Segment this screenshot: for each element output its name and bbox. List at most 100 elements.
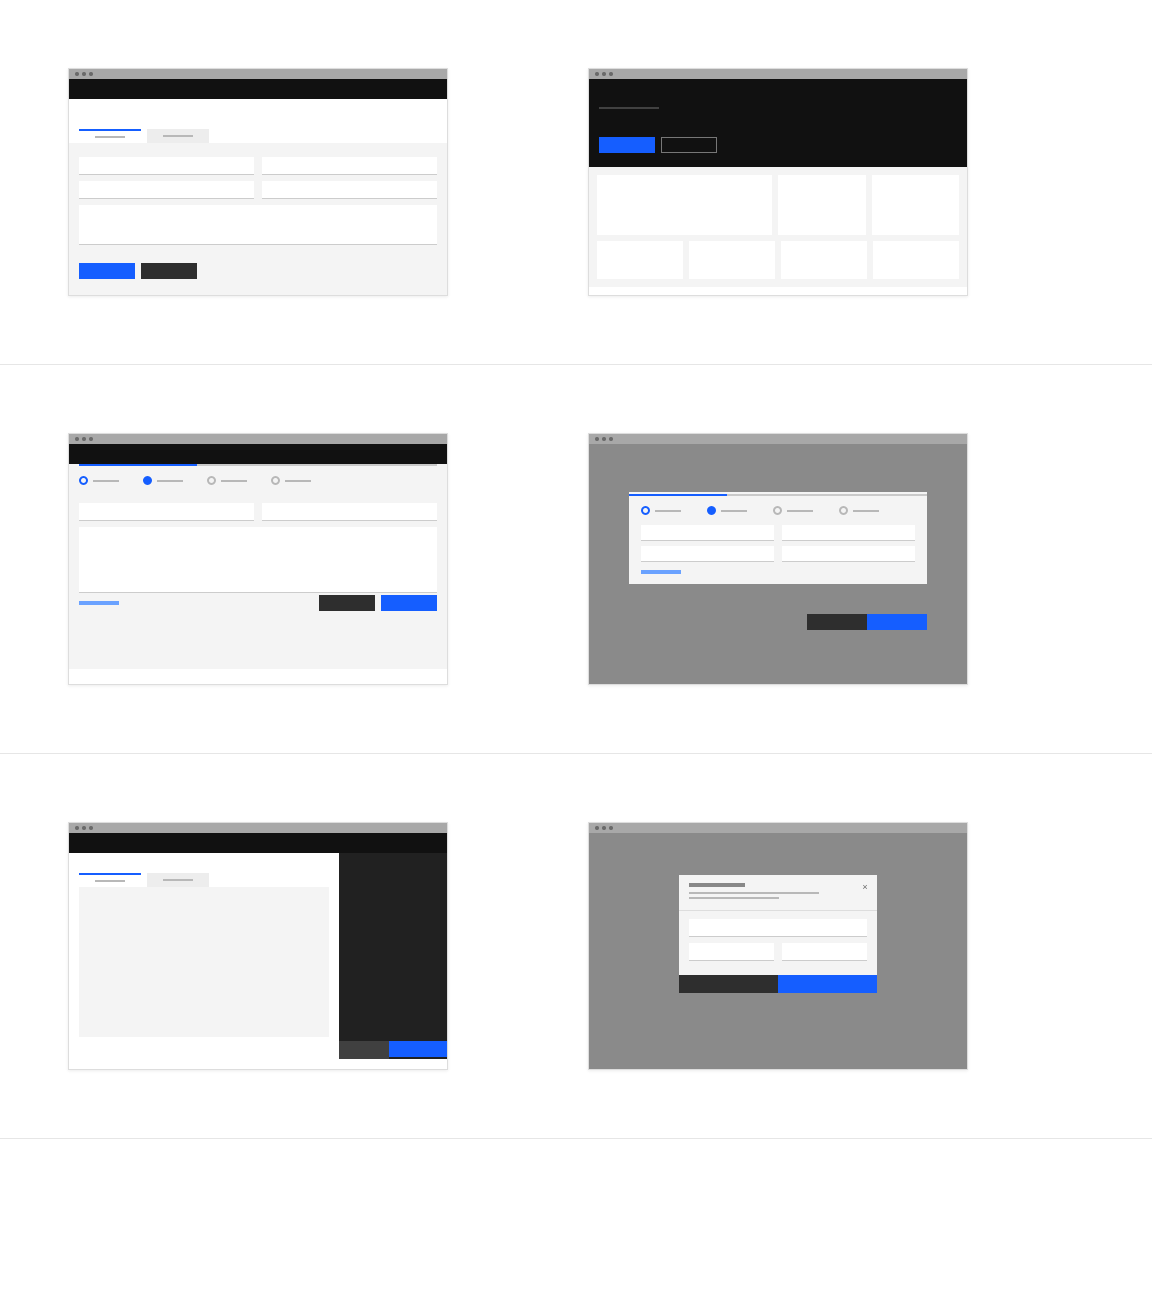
- card[interactable]: [778, 175, 866, 235]
- main-area: [69, 853, 339, 1059]
- step-1[interactable]: [79, 476, 119, 485]
- tab-strip: [69, 129, 447, 143]
- tab-1[interactable]: [79, 129, 141, 143]
- step-indicator: [641, 502, 915, 515]
- dialog-header: ×: [679, 875, 877, 911]
- step-4[interactable]: [271, 476, 311, 485]
- step-3[interactable]: [207, 476, 247, 485]
- ghost-button[interactable]: [661, 137, 717, 153]
- dialog-subtitle-placeholder: [689, 897, 779, 899]
- step-1[interactable]: [641, 506, 681, 515]
- step-indicator: [79, 472, 437, 485]
- card-grid-area: [589, 167, 967, 287]
- step-2[interactable]: [707, 506, 747, 515]
- secondary-button[interactable]: [141, 263, 197, 279]
- section-3: ×: [0, 754, 1152, 1139]
- section-1: [0, 0, 1152, 365]
- step-circle-icon: [641, 506, 650, 515]
- text-field[interactable]: [782, 525, 915, 541]
- apply-button[interactable]: [389, 1041, 447, 1057]
- side-panel: [339, 853, 447, 1059]
- card[interactable]: [597, 241, 683, 279]
- tab-2[interactable]: [147, 129, 209, 143]
- content-pane: [79, 887, 329, 1037]
- step-circle-icon: [773, 506, 782, 515]
- progress-bar: [629, 494, 927, 496]
- text-field[interactable]: [641, 525, 774, 541]
- tab-label-placeholder: [95, 136, 125, 138]
- app-topbar: [589, 79, 967, 89]
- hero-heading-placeholder: [599, 107, 659, 109]
- close-icon[interactable]: ×: [861, 883, 869, 891]
- primary-button[interactable]: [599, 137, 655, 153]
- window-titlebar: [589, 434, 967, 444]
- tab-1[interactable]: [79, 873, 141, 887]
- step-4[interactable]: [839, 506, 879, 515]
- modal-dialog: [629, 492, 927, 584]
- text-field[interactable]: [689, 919, 867, 937]
- window-titlebar: [589, 823, 967, 833]
- text-field[interactable]: [689, 943, 774, 961]
- confirm-button[interactable]: [778, 975, 877, 993]
- overlay-backdrop: [589, 444, 967, 684]
- app-topbar: [69, 444, 447, 464]
- app-topbar: [69, 833, 447, 853]
- progress-fill: [79, 464, 197, 466]
- text-field[interactable]: [79, 157, 254, 175]
- back-button[interactable]: [807, 614, 867, 630]
- text-field[interactable]: [262, 503, 437, 521]
- form-body: [69, 143, 447, 295]
- progress-bar: [79, 464, 437, 466]
- wireframe-side-panel: [68, 822, 448, 1070]
- text-link[interactable]: [641, 570, 681, 574]
- text-field[interactable]: [79, 503, 254, 521]
- back-button[interactable]: [319, 595, 375, 611]
- text-field[interactable]: [79, 181, 254, 199]
- step-circle-icon: [271, 476, 280, 485]
- window-titlebar: [589, 69, 967, 79]
- hero-region: [589, 89, 967, 167]
- cancel-button[interactable]: [679, 975, 778, 993]
- primary-button[interactable]: [79, 263, 135, 279]
- step-2[interactable]: [143, 476, 183, 485]
- dialog-title-placeholder: [689, 883, 745, 887]
- text-field[interactable]: [641, 546, 774, 562]
- tab-2[interactable]: [147, 873, 209, 887]
- next-button[interactable]: [381, 595, 437, 611]
- step-circle-icon: [143, 476, 152, 485]
- card[interactable]: [781, 241, 867, 279]
- overlay-backdrop: ×: [589, 833, 967, 1069]
- text-field[interactable]: [782, 546, 915, 562]
- wireframe-wizard-page: [68, 433, 448, 685]
- card[interactable]: [872, 175, 960, 235]
- window-titlebar: [69, 823, 447, 833]
- wireframe-wizard-modal: [588, 433, 968, 685]
- tab-strip: [69, 873, 339, 887]
- textarea-field[interactable]: [79, 527, 437, 593]
- cancel-button[interactable]: [339, 1041, 389, 1059]
- window-titlebar: [69, 69, 447, 79]
- wireframe-media-grid: [588, 68, 968, 296]
- window-titlebar: [69, 434, 447, 444]
- side-panel-body: [339, 853, 447, 1041]
- wireframe-small-dialog: ×: [588, 822, 968, 1070]
- app-topbar: [69, 79, 447, 99]
- step-circle-icon: [707, 506, 716, 515]
- section-2: [0, 365, 1152, 754]
- dialog-subtitle-placeholder: [689, 892, 819, 894]
- text-field[interactable]: [262, 181, 437, 199]
- card[interactable]: [689, 241, 775, 279]
- progress-fill: [629, 494, 727, 496]
- textarea-field[interactable]: [79, 205, 437, 245]
- step-3[interactable]: [773, 506, 813, 515]
- step-circle-icon: [79, 476, 88, 485]
- next-button[interactable]: [867, 614, 927, 630]
- step-circle-icon: [839, 506, 848, 515]
- dialog: ×: [679, 875, 877, 993]
- card[interactable]: [597, 175, 772, 235]
- card[interactable]: [873, 241, 959, 279]
- text-field[interactable]: [262, 157, 437, 175]
- tab-label-placeholder: [163, 135, 193, 137]
- text-field[interactable]: [782, 943, 867, 961]
- text-link[interactable]: [79, 601, 119, 605]
